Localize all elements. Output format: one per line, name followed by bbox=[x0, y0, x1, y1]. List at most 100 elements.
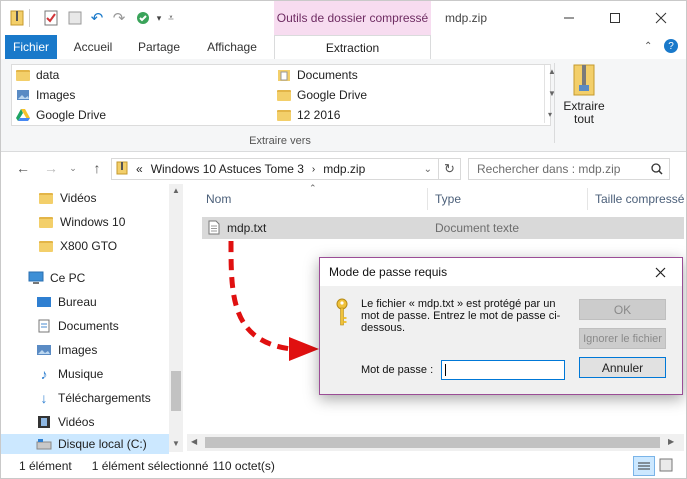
destination-google-drive[interactable]: Google Drive bbox=[16, 105, 106, 125]
file-list-horizontal-scrollbar[interactable]: ◀ ▶ bbox=[187, 434, 684, 451]
up-arrow-icon[interactable]: ↑ bbox=[87, 158, 107, 178]
folder-icon bbox=[39, 240, 53, 252]
column-name[interactable]: Nom bbox=[206, 192, 231, 206]
destination-data[interactable]: data bbox=[16, 65, 59, 85]
group-label-extract-to: Extraire vers bbox=[249, 135, 311, 147]
close-icon bbox=[655, 267, 665, 277]
documents-folder-icon bbox=[278, 70, 290, 81]
explorer-window: ↶ ↷ ▾ ⩡ Outils de dossier compressé mdp.… bbox=[0, 0, 687, 479]
undo-icon[interactable]: ↶ bbox=[89, 10, 105, 27]
breadcrumb-overflow[interactable]: « bbox=[136, 162, 143, 176]
destinations-scrollbar[interactable]: ▲ ▼ ▾ bbox=[544, 65, 560, 123]
close-button[interactable] bbox=[638, 1, 684, 35]
destination-12-2016[interactable]: 12 2016 bbox=[277, 105, 340, 125]
address-dropdown-icon[interactable]: ⌄ bbox=[424, 164, 432, 175]
nav-item-local-disk[interactable]: Disque local (C:) bbox=[1, 434, 169, 454]
scrollbar-thumb[interactable] bbox=[205, 437, 660, 448]
password-input[interactable] bbox=[441, 360, 565, 380]
music-note-icon: ♪ bbox=[40, 366, 48, 382]
navigation-pane-scrollbar[interactable]: ▲ ▼ bbox=[169, 184, 183, 452]
skip-file-button[interactable]: Ignorer le fichier bbox=[579, 328, 666, 349]
breadcrumb-chevron-icon[interactable]: › bbox=[312, 164, 315, 175]
breadcrumb-item[interactable]: Windows 10 Astuces Tome 3 bbox=[151, 162, 304, 176]
properties-icon[interactable] bbox=[43, 10, 59, 26]
ribbon-panel: data Documents Images Google Drive Googl… bbox=[1, 59, 686, 152]
text-caret bbox=[445, 364, 446, 376]
documents-icon bbox=[36, 319, 52, 333]
nav-item-documents[interactable]: Documents bbox=[1, 314, 169, 338]
folder-icon bbox=[39, 192, 53, 204]
destination-label: Images bbox=[36, 88, 76, 102]
scroll-up-icon[interactable]: ▲ bbox=[172, 186, 180, 195]
extract-all-button[interactable]: Extraire tout bbox=[559, 63, 609, 126]
minimize-button[interactable] bbox=[546, 1, 592, 35]
new-folder-icon[interactable] bbox=[67, 10, 83, 26]
cancel-button[interactable]: Annuler bbox=[579, 357, 666, 378]
expand-gallery-icon[interactable]: ▾ bbox=[548, 110, 552, 119]
nav-item-videos-folder[interactable]: Vidéos bbox=[1, 186, 169, 210]
folder-icon bbox=[277, 109, 291, 121]
tab-file[interactable]: Fichier bbox=[5, 35, 57, 59]
nav-item-x800-gto[interactable]: X800 GTO bbox=[1, 234, 169, 258]
scroll-right-icon[interactable]: ▶ bbox=[668, 437, 674, 446]
column-header: ⌃ Nom Type Taille compressé bbox=[197, 183, 686, 214]
zip-folder-icon[interactable] bbox=[9, 10, 25, 26]
nav-item-label: Vidéos bbox=[60, 191, 97, 205]
nav-item-videos[interactable]: Vidéos bbox=[1, 410, 169, 434]
text-file-icon bbox=[208, 220, 220, 235]
dialog-close-button[interactable] bbox=[650, 263, 670, 281]
forward-arrow-icon[interactable]: → bbox=[41, 158, 61, 178]
large-icons-view-icon[interactable] bbox=[659, 458, 673, 475]
navigation-pane: Vidéos Windows 10 X800 GTO Ce PC Bureau … bbox=[1, 184, 185, 454]
folder-icon bbox=[277, 89, 291, 101]
nav-item-images[interactable]: Images bbox=[1, 338, 169, 362]
column-divider[interactable] bbox=[587, 188, 588, 210]
destination-documents[interactable]: Documents bbox=[277, 65, 358, 85]
scroll-left-icon[interactable]: ◀ bbox=[191, 437, 197, 446]
sort-ascending-icon: ⌃ bbox=[309, 183, 317, 193]
tab-share[interactable]: Partage bbox=[129, 35, 189, 59]
search-input[interactable]: Rechercher dans : mdp.zip bbox=[468, 158, 670, 180]
video-film-icon bbox=[36, 415, 52, 429]
nav-item-downloads[interactable]: ↓ Téléchargements bbox=[1, 386, 169, 410]
download-arrow-icon: ↓ bbox=[40, 390, 48, 406]
column-compressed-size[interactable]: Taille compressé bbox=[595, 192, 684, 206]
breadcrumb-item[interactable]: mdp.zip bbox=[323, 162, 365, 176]
details-view-icon[interactable] bbox=[633, 456, 655, 476]
column-divider[interactable] bbox=[427, 188, 428, 210]
images-icon bbox=[36, 343, 52, 357]
window-title: mdp.zip bbox=[445, 11, 488, 25]
destination-google-drive-folder[interactable]: Google Drive bbox=[277, 85, 367, 105]
check-icon[interactable] bbox=[135, 10, 151, 26]
annotation-arrow bbox=[228, 240, 319, 361]
folder-icon bbox=[16, 69, 30, 81]
nav-item-label: Vidéos bbox=[58, 415, 95, 429]
nav-item-label: X800 GTO bbox=[60, 239, 118, 253]
customize-qat-icon[interactable]: ⩡ bbox=[163, 10, 179, 26]
collapse-ribbon-icon[interactable]: ⌃ bbox=[644, 41, 652, 52]
destination-images[interactable]: Images bbox=[16, 85, 75, 105]
refresh-icon[interactable]: ↻ bbox=[439, 158, 461, 180]
help-icon[interactable]: ? bbox=[664, 39, 678, 53]
back-arrow-icon[interactable]: ← bbox=[13, 158, 33, 178]
nav-item-this-pc[interactable]: Ce PC bbox=[1, 266, 169, 290]
tab-home[interactable]: Accueil bbox=[63, 35, 123, 59]
nav-item-label: Ce PC bbox=[50, 271, 86, 285]
redo-icon[interactable]: ↷ bbox=[111, 10, 127, 27]
images-folder-icon bbox=[17, 90, 29, 100]
nav-item-desktop[interactable]: Bureau bbox=[1, 290, 169, 314]
scrollbar-thumb[interactable] bbox=[171, 371, 181, 411]
tab-extract[interactable]: Extraction bbox=[274, 35, 431, 60]
nav-item-windows-10[interactable]: Windows 10 bbox=[1, 210, 169, 234]
extract-destinations: data Documents Images Google Drive Googl… bbox=[11, 64, 556, 126]
scroll-down-icon[interactable]: ▼ bbox=[172, 439, 180, 448]
ok-button[interactable]: OK bbox=[579, 299, 666, 320]
column-type[interactable]: Type bbox=[435, 192, 461, 206]
maximize-button[interactable] bbox=[592, 1, 638, 35]
recent-locations-icon[interactable]: ⌄ bbox=[63, 158, 83, 178]
address-bar[interactable]: « Windows 10 Astuces Tome 3 › mdp.zip ⌄ bbox=[111, 158, 439, 180]
destination-label: Google Drive bbox=[36, 108, 107, 122]
title-bar: ↶ ↷ ▾ ⩡ Outils de dossier compressé mdp.… bbox=[1, 1, 686, 35]
nav-item-music[interactable]: ♪ Musique bbox=[1, 362, 169, 386]
tab-view[interactable]: Affichage bbox=[197, 35, 267, 59]
